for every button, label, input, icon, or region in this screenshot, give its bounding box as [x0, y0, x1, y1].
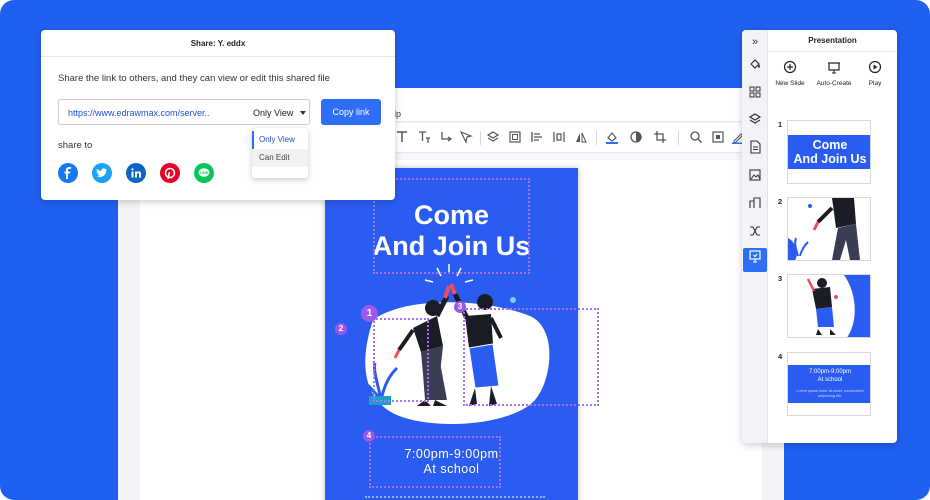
- connector-icon[interactable]: [438, 130, 454, 146]
- auto-create-label: Auto-Create: [816, 80, 852, 87]
- share-link-field[interactable]: https://www.edrawmax.com/server.. Only V…: [58, 99, 310, 125]
- slide-4-time: 7:00pm-9:00pm: [808, 369, 852, 375]
- fill-color-icon[interactable]: [604, 130, 620, 146]
- slide-4-body: Lorem ipsum dolor sit amet, consectetur …: [796, 389, 864, 398]
- slide-1-banner: Come And Join Us: [788, 135, 870, 169]
- arrange-icon[interactable]: [485, 130, 501, 146]
- slide-thumbnail-1[interactable]: Come And Join Us: [787, 120, 871, 184]
- twitter-icon[interactable]: [92, 163, 112, 183]
- collapse-icon[interactable]: »: [747, 34, 763, 50]
- slide-number-4: 4: [778, 352, 783, 361]
- callout-marker-4[interactable]: 4: [363, 430, 375, 442]
- slide-number-1: 1: [778, 120, 783, 129]
- slide-thumbnail-3[interactable]: [787, 274, 871, 338]
- search-icon[interactable]: [688, 130, 704, 146]
- play-button[interactable]: Play: [853, 60, 897, 87]
- layers-icon[interactable]: [747, 112, 763, 128]
- copy-link-button[interactable]: Copy link: [321, 99, 381, 125]
- toolbar-separator: [678, 131, 679, 145]
- facebook-icon[interactable]: [58, 163, 78, 183]
- new-slide-label: New Slide: [775, 80, 805, 87]
- plus-circle-icon: [783, 60, 797, 74]
- selection-box-2: [373, 318, 429, 402]
- slide-3-illustration: [806, 275, 870, 337]
- toolbar-separator: [596, 131, 597, 145]
- dropdown-option-only-view[interactable]: Only View: [252, 131, 308, 149]
- crop-icon[interactable]: [652, 130, 668, 146]
- play-icon: [868, 60, 882, 74]
- pointer-icon[interactable]: [458, 130, 474, 146]
- data-icon[interactable]: [747, 196, 763, 212]
- pinterest-icon[interactable]: [160, 163, 180, 183]
- poster-time[interactable]: 7:00pm-9:00pm: [325, 446, 578, 462]
- poster-placeholder-text: [365, 496, 545, 498]
- shapes-icon[interactable]: [747, 224, 763, 240]
- callout-marker-2[interactable]: 2: [335, 323, 347, 335]
- image-icon[interactable]: [747, 168, 763, 184]
- group-icon[interactable]: [507, 130, 523, 146]
- share-link-url[interactable]: https://www.edrawmax.com/server..: [68, 108, 210, 118]
- presentation-icon[interactable]: [743, 248, 767, 272]
- share-to-label: share to: [58, 140, 93, 151]
- slide-number-3: 3: [778, 274, 783, 283]
- play-label: Play: [868, 80, 882, 87]
- auto-create-icon: [828, 62, 840, 74]
- slide-number-2: 2: [778, 197, 783, 206]
- slide-4-banner: 7:00pm-9:00pm At school Lorem ipsum dolo…: [788, 365, 870, 403]
- slide-1-title: Come And Join Us: [793, 138, 867, 166]
- dropdown-option-can-edit[interactable]: Can Edit: [252, 149, 308, 167]
- callout-marker-3[interactable]: 3: [454, 301, 466, 313]
- slide-thumbnail-4[interactable]: 7:00pm-9:00pm At school Lorem ipsum dolo…: [787, 352, 871, 416]
- new-slide-button[interactable]: New Slide: [768, 60, 812, 87]
- grid-icon[interactable]: [747, 85, 763, 101]
- auto-create-button[interactable]: Auto-Create: [812, 60, 856, 87]
- flip-icon[interactable]: [573, 130, 589, 146]
- svg-text:LINE: LINE: [200, 171, 209, 175]
- fit-page-icon[interactable]: [710, 130, 726, 146]
- share-dialog-title: Share: Y. eddx: [41, 30, 395, 57]
- selection-box-3: [463, 308, 599, 406]
- callout-marker-1[interactable]: 1: [361, 305, 378, 322]
- distribute-icon[interactable]: [551, 130, 567, 146]
- poster-page[interactable]: Come And Join Us 1 2 3 4 7:00pm-9:00pm A…: [325, 168, 599, 500]
- background-stage: lp Come And Join Us 1 2 3 4 7:00pm-9:00p…: [0, 0, 930, 500]
- share-description: Share the link to others, and they can v…: [58, 73, 330, 84]
- selection-box-title: [373, 178, 530, 274]
- slide-4-place: At school: [817, 377, 843, 383]
- menu-help-fragment[interactable]: lp: [394, 109, 401, 119]
- text-icon[interactable]: [394, 130, 410, 146]
- fill-icon[interactable]: [747, 57, 763, 73]
- share-dialog: Share: Y. eddx Share the link to others,…: [41, 30, 395, 200]
- poster-place[interactable]: At school: [325, 461, 578, 477]
- linkedin-icon[interactable]: [126, 163, 146, 183]
- shape-style-icon[interactable]: [628, 130, 644, 146]
- presentation-panel: » Presentation New Slide Auto-Create Pla…: [742, 30, 897, 443]
- align-icon[interactable]: [529, 130, 545, 146]
- slide-2-illustration: [788, 198, 860, 260]
- slide-thumbnail-2[interactable]: [787, 197, 871, 261]
- toolbar-separator: [480, 131, 481, 145]
- permission-dropdown: Only View Can Edit: [252, 128, 308, 178]
- chevron-down-icon[interactable]: [300, 111, 306, 115]
- presentation-panel-title: Presentation: [768, 30, 897, 52]
- side-rail: »: [742, 30, 768, 443]
- permission-select[interactable]: Only View: [253, 108, 293, 118]
- line-icon[interactable]: LINE: [194, 163, 214, 183]
- text-box-icon[interactable]: [416, 130, 432, 146]
- page-icon[interactable]: [747, 140, 763, 156]
